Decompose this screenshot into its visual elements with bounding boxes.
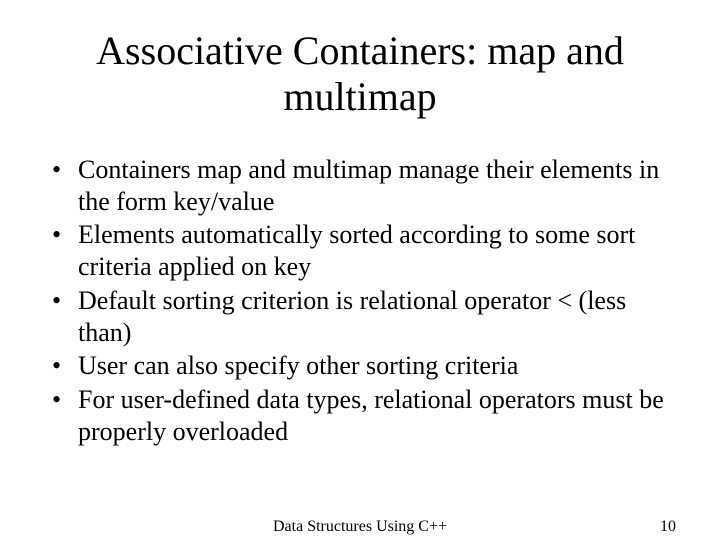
list-item: Default sorting criterion is relational … bbox=[50, 285, 680, 348]
footer-text: Data Structures Using C++ bbox=[0, 518, 720, 536]
bullet-list: Containers map and multimap manage their… bbox=[40, 154, 680, 447]
page-number: 10 bbox=[660, 518, 676, 536]
list-item: User can also specify other sorting crit… bbox=[50, 350, 680, 382]
list-item: Elements automatically sorted according … bbox=[50, 219, 680, 282]
list-item: Containers map and multimap manage their… bbox=[50, 154, 680, 217]
list-item: For user-defined data types, relational … bbox=[50, 384, 680, 447]
slide-title: Associative Containers: map and multimap bbox=[40, 28, 680, 120]
